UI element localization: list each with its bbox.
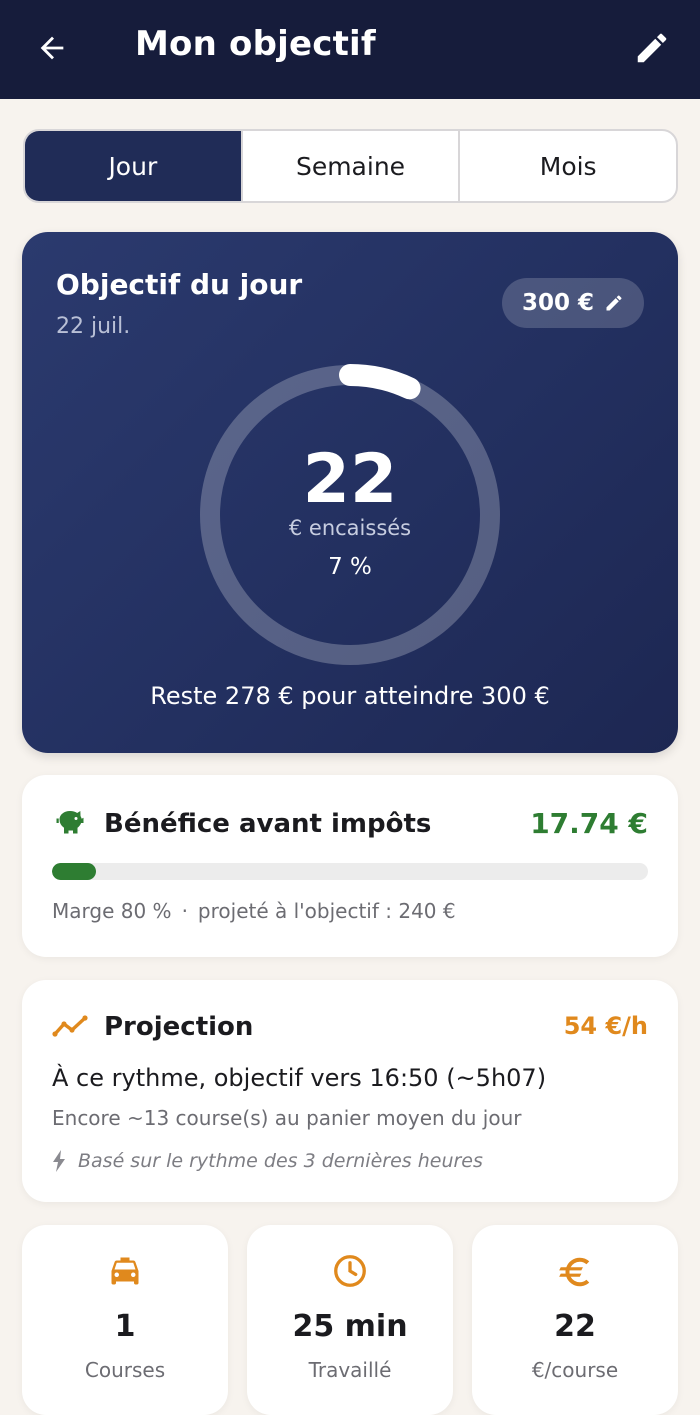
euro-icon bbox=[559, 1257, 590, 1287]
stat-worked-time: 25 min Travaillé bbox=[247, 1225, 453, 1415]
clock-icon bbox=[334, 1255, 366, 1287]
pencil-icon bbox=[637, 33, 667, 63]
profit-label: Bénéfice avant impôts bbox=[104, 809, 432, 839]
meta-separator: · bbox=[181, 899, 188, 923]
profit-meta: Marge 80 % · projeté à l'objectif : 240 … bbox=[52, 899, 456, 923]
edit-target-button[interactable]: 300 € bbox=[501, 278, 644, 328]
target-amount: 300 € bbox=[521, 290, 594, 316]
app-bar: Mon objectif bbox=[0, 0, 700, 99]
back-button[interactable] bbox=[30, 26, 74, 70]
page-title: Mon objectif bbox=[135, 24, 376, 64]
hourly-rate: 54 €/h bbox=[563, 1012, 648, 1040]
projection-label: Projection bbox=[104, 1012, 254, 1042]
profit-value: 17.74 € bbox=[530, 807, 648, 840]
projection-eta: À ce rythme, objectif vers 16:50 (~5h07) bbox=[52, 1064, 547, 1092]
progress-percent: 7 % bbox=[328, 554, 372, 580]
piggy-bank-icon bbox=[56, 811, 84, 834]
projected-text: projeté à l'objectif : 240 € bbox=[197, 899, 456, 923]
daily-goal-card: Objectif du jour 22 juil. 300 € 22 € enc… bbox=[22, 232, 678, 753]
bolt-icon bbox=[53, 1150, 65, 1172]
stat-per-course: 22 €/course bbox=[472, 1225, 678, 1415]
projection-note-text: Basé sur le rythme des 3 dernières heure… bbox=[78, 1150, 483, 1172]
arrow-left-icon bbox=[40, 36, 64, 60]
edit-button[interactable] bbox=[628, 24, 676, 72]
remaining-text: Reste 278 € pour atteindre 300 € bbox=[150, 682, 550, 710]
goal-date: 22 juil. bbox=[56, 314, 131, 339]
stat-value: 22 bbox=[554, 1309, 596, 1344]
stat-value: 1 bbox=[114, 1309, 136, 1344]
stat-label: Courses bbox=[84, 1358, 166, 1382]
projection-note: Basé sur le rythme des 3 dernières heure… bbox=[52, 1150, 483, 1172]
profit-card: Bénéfice avant impôts 17.74 € Marge 80 %… bbox=[22, 775, 678, 957]
stat-label: Travaillé bbox=[308, 1358, 392, 1382]
profit-progress-bar bbox=[52, 863, 648, 880]
stat-label: €/course bbox=[531, 1358, 619, 1382]
collected-amount: 22 bbox=[302, 440, 398, 519]
collected-caption: € encaissés bbox=[288, 516, 412, 540]
stat-courses: 1 Courses bbox=[22, 1225, 228, 1415]
taxi-icon bbox=[111, 1257, 139, 1285]
period-tabs: Jour Semaine Mois bbox=[23, 129, 678, 203]
tab-mois[interactable]: Mois bbox=[458, 131, 676, 201]
tab-jour[interactable]: Jour bbox=[25, 131, 241, 201]
stat-value: 25 min bbox=[292, 1309, 408, 1344]
profit-progress-fill bbox=[52, 863, 97, 880]
trend-line-icon bbox=[52, 1015, 88, 1037]
tab-semaine[interactable]: Semaine bbox=[240, 131, 459, 201]
pencil-icon bbox=[606, 295, 622, 311]
stats-row: 1 Courses 25 min Travaillé 22 €/course bbox=[22, 1225, 678, 1415]
projection-remaining-rides: Encore ~13 course(s) au panier moyen du … bbox=[52, 1106, 522, 1130]
margin-text: Marge 80 % bbox=[52, 899, 172, 923]
projection-card: Projection 54 €/h À ce rythme, objectif … bbox=[22, 980, 678, 1202]
goal-title: Objectif du jour bbox=[56, 268, 303, 301]
